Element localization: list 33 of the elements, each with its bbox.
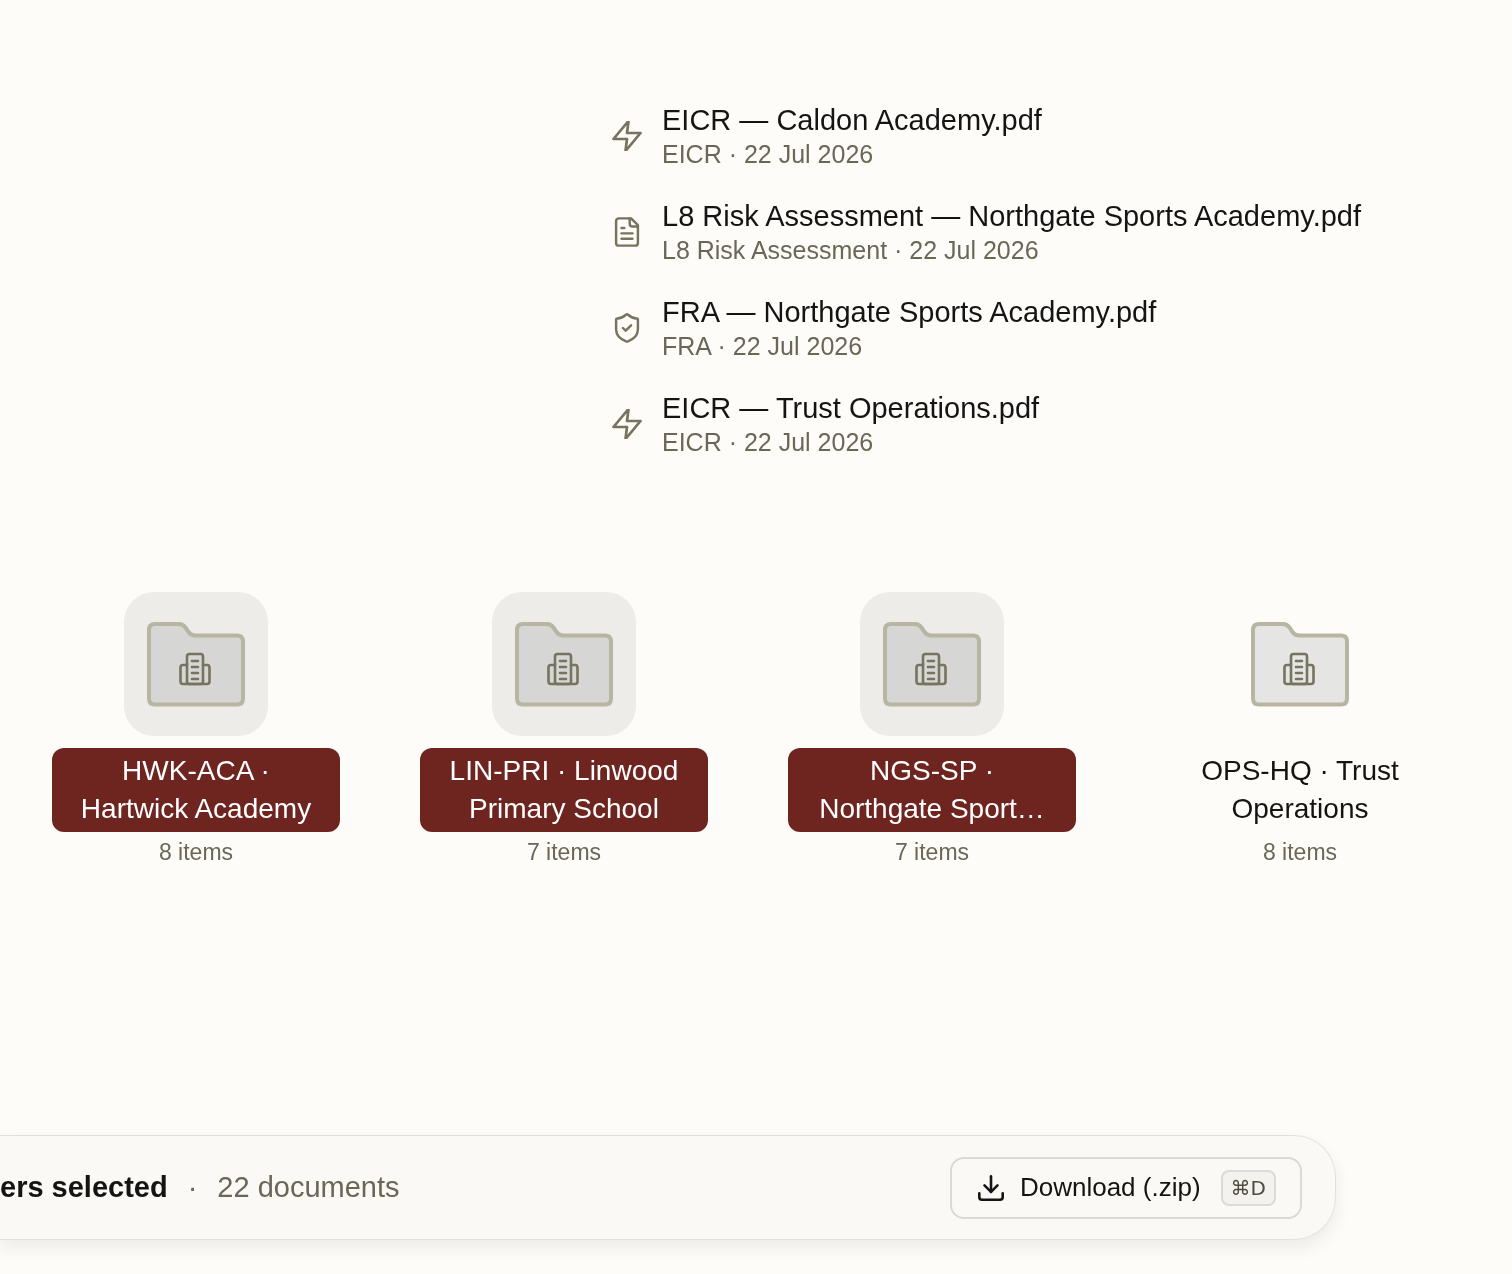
file-name[interactable]: EICR — Caldon Academy.pdf <box>662 102 1042 138</box>
file-name[interactable]: EICR — Trust Operations.pdf <box>662 390 1040 426</box>
folder-icon[interactable] <box>146 621 246 707</box>
file-meta: EICR · 22 Jul 2026 <box>662 427 875 458</box>
item-count: 8 items <box>158 838 234 866</box>
folder-label[interactable]: HWK-ACA · Hartwick Academy <box>52 748 340 832</box>
file-meta: FRA · 22 Jul 2026 <box>662 331 864 362</box>
item-count: 7 items <box>894 838 970 866</box>
selection-summary: ers selected <box>0 1169 168 1205</box>
download-icon <box>977 1174 1004 1201</box>
folder-tile[interactable] <box>492 592 636 736</box>
folder-tile[interactable] <box>860 592 1004 736</box>
separator-dot: · <box>187 1169 198 1205</box>
item-count: 7 items <box>526 838 602 866</box>
shield-check-icon <box>612 313 642 343</box>
lightning-icon <box>612 121 642 151</box>
folder-label[interactable]: NGS-SP · Northgate Sport… <box>788 748 1076 832</box>
folder-icon[interactable] <box>514 621 614 707</box>
file-name[interactable]: L8 Risk Assessment — Northgate Sports Academy.pdf <box>662 198 1361 234</box>
file-meta: L8 Risk Assessment · 22 Jul 2026 <box>662 235 1040 266</box>
document-icon <box>612 217 642 247</box>
folder-label[interactable]: LIN-PRI · Linwood Primary School <box>420 748 708 832</box>
download-button[interactable]: Download (.zip) ⌘D <box>949 1156 1302 1219</box>
document-count: 22 documents <box>217 1169 400 1205</box>
shortcut-key: ⌘D <box>1220 1169 1276 1206</box>
file-meta: EICR · 22 Jul 2026 <box>662 139 875 170</box>
item-count: 8 items <box>1262 838 1338 866</box>
lightning-icon <box>612 409 642 439</box>
folder-label[interactable]: OPS-HQ · Trust Operations <box>1156 748 1444 832</box>
file-name[interactable]: FRA — Northgate Sports Academy.pdf <box>662 294 1157 330</box>
folder-icon[interactable] <box>1250 621 1350 707</box>
folder-icon[interactable] <box>882 621 982 707</box>
folder-tile[interactable] <box>124 592 268 736</box>
